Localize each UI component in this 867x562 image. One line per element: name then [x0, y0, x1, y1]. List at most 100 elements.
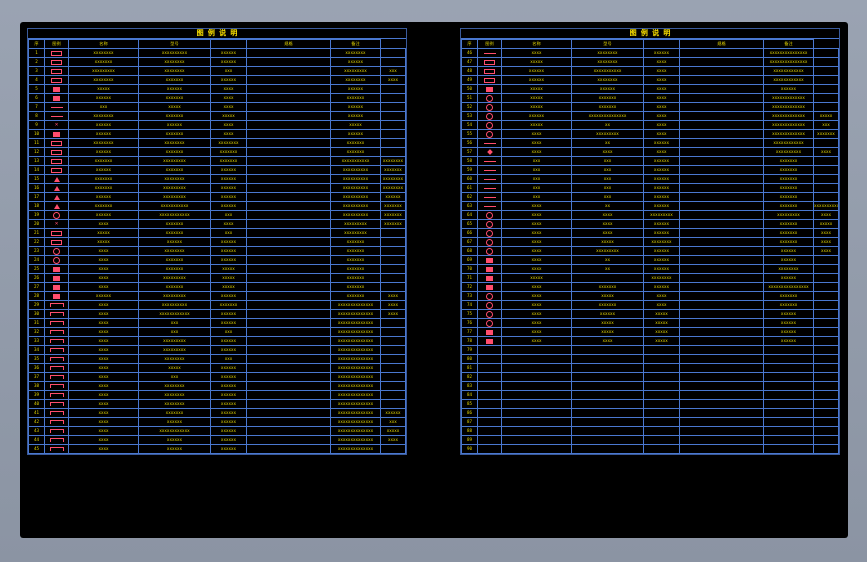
legend-symbol — [44, 246, 69, 256]
table-cell: xxxxxxxxxx — [330, 183, 381, 193]
row-number: 90 — [461, 444, 478, 454]
table-cell — [246, 84, 331, 94]
legend-symbol — [477, 138, 502, 148]
table-row: 82 — [461, 372, 839, 382]
table-cell — [246, 345, 331, 355]
column-header — [643, 39, 680, 49]
table-cell: xxxxxx — [643, 282, 680, 292]
legend-symbol — [477, 318, 502, 328]
legend-symbol — [44, 75, 69, 85]
row-number: 48 — [461, 66, 478, 76]
column-header: 图例 — [44, 39, 69, 49]
table-cell: xxxxxxxxxxxxxx — [330, 426, 381, 436]
table-cell — [380, 48, 406, 58]
table-row: 18 xxxxxxx xxxxxxxxxxx xxxxxx xxxxxxxxxx xxxx… — [28, 201, 406, 211]
table-cell — [246, 309, 331, 319]
table-row: 5 xxxxx xxxxxx xxxx xxxxxx — [28, 84, 406, 94]
table-cell: xxxxxxxx — [330, 75, 381, 85]
table-row: 39 xxxx xxxxxxxx xxxxxx xxxxxxxxxxxxxx — [28, 390, 406, 400]
column-header: 备注 — [330, 39, 381, 49]
table-cell — [501, 372, 572, 382]
table-cell: xxxxxx — [210, 363, 247, 373]
table-cell — [501, 435, 572, 445]
table-cell: xxxxxxxxxxxxxx — [330, 408, 381, 418]
legend-symbol — [44, 336, 69, 346]
row-number: 21 — [28, 228, 45, 238]
table-cell — [571, 444, 644, 454]
legend-symbol — [477, 228, 502, 238]
table-cell: xxxx — [68, 336, 139, 346]
table-cell — [571, 363, 644, 373]
table-cell: xxxxxxx — [763, 291, 814, 301]
legend-sheet-right: 图 例 说 明 序图例 名称 型号 规格 备注 46 xxxx xxxxxxxx xxxxxx x… — [460, 28, 840, 455]
table-cell — [501, 345, 572, 355]
table-cell: xxxxxxxxx — [138, 345, 211, 355]
table-row: 11 xxxxxxxx xxxxxxxx xxxxxxxx xxxxxxx — [28, 138, 406, 148]
table-row: 73 xxxx xxxxx xxxx xxxxxxx — [461, 291, 839, 301]
table-row: 35 xxxx xxxxxxxx xxx xxxxxxxxxxxxxx — [28, 354, 406, 364]
table-cell: xxxx — [68, 345, 139, 355]
table-cell — [763, 435, 814, 445]
table-cell — [763, 408, 814, 418]
table-cell — [246, 66, 331, 76]
table-cell: xxxxx — [501, 102, 572, 112]
table-cell: xxxxxx — [763, 255, 814, 265]
table-cell: xxxxx — [501, 120, 572, 130]
table-cell — [679, 363, 764, 373]
legend-symbol — [44, 327, 69, 337]
table-cell: xxxxx — [571, 237, 644, 247]
table-cell: xx — [571, 255, 644, 265]
row-number: 88 — [461, 426, 478, 436]
circ-symbol-icon — [486, 310, 493, 318]
row-number: 53 — [461, 111, 478, 121]
table-cell — [246, 327, 331, 337]
table-cell: xxxxxxxxxxxxxxx — [571, 111, 644, 121]
rect-symbol-icon — [51, 239, 62, 245]
table-cell — [679, 201, 764, 211]
table-cell — [571, 426, 644, 436]
table-cell — [679, 93, 764, 103]
table-row: 81 — [461, 363, 839, 373]
table-cell: xxxxxxx — [138, 165, 211, 175]
table-cell: xxxx — [68, 399, 139, 409]
table-cell: xxxx — [813, 246, 839, 256]
row-number: 7 — [28, 102, 45, 112]
table-cell: xxxx — [643, 102, 680, 112]
row-number: 42 — [28, 417, 45, 427]
table-cell: xxxxxxx — [210, 300, 247, 310]
row-number: 61 — [461, 183, 478, 193]
table-cell: xxxxx — [643, 318, 680, 328]
table-row: 32 xxxx xxx xxx xxxxxxxxxxxxxx — [28, 327, 406, 337]
table-cell — [679, 210, 764, 220]
table-cell: xxxx — [68, 390, 139, 400]
table-cell: xxxxx — [330, 120, 381, 130]
table-cell: xxxxx — [501, 93, 572, 103]
table-cell — [679, 444, 764, 454]
table-cell — [246, 291, 331, 301]
legend-symbol — [477, 129, 502, 139]
table-cell: xxxxxx — [210, 246, 247, 256]
table-cell — [571, 435, 644, 445]
table-cell: xxxx — [571, 210, 644, 220]
table-cell — [679, 273, 764, 283]
table-cell: xxxxxxxx — [138, 390, 211, 400]
table-cell — [246, 237, 331, 247]
table-cell: xxxx — [571, 219, 644, 229]
table-row: 56 xxxx xx xxxxxx xxxxxxxxxxxx — [461, 138, 839, 148]
table-cell: xxxxxx — [763, 309, 814, 319]
table-cell — [246, 120, 331, 130]
table-cell: xxxx — [643, 147, 680, 157]
legend-symbol — [477, 282, 502, 292]
legend-symbol — [44, 192, 69, 202]
table-cell: xxxxxxxxx — [68, 66, 139, 76]
table-cell — [763, 426, 814, 436]
legend-symbol — [477, 210, 502, 220]
table-cell: xxxx — [68, 264, 139, 274]
table-cell: xxxxxxx — [380, 201, 406, 211]
table-cell: xxxxxxxx — [571, 57, 644, 67]
table-cell — [813, 354, 839, 364]
table-cell: xxxx — [68, 444, 139, 454]
table-cell: xxxx — [68, 309, 139, 319]
step-symbol-icon — [49, 348, 64, 352]
table-cell — [246, 111, 331, 121]
